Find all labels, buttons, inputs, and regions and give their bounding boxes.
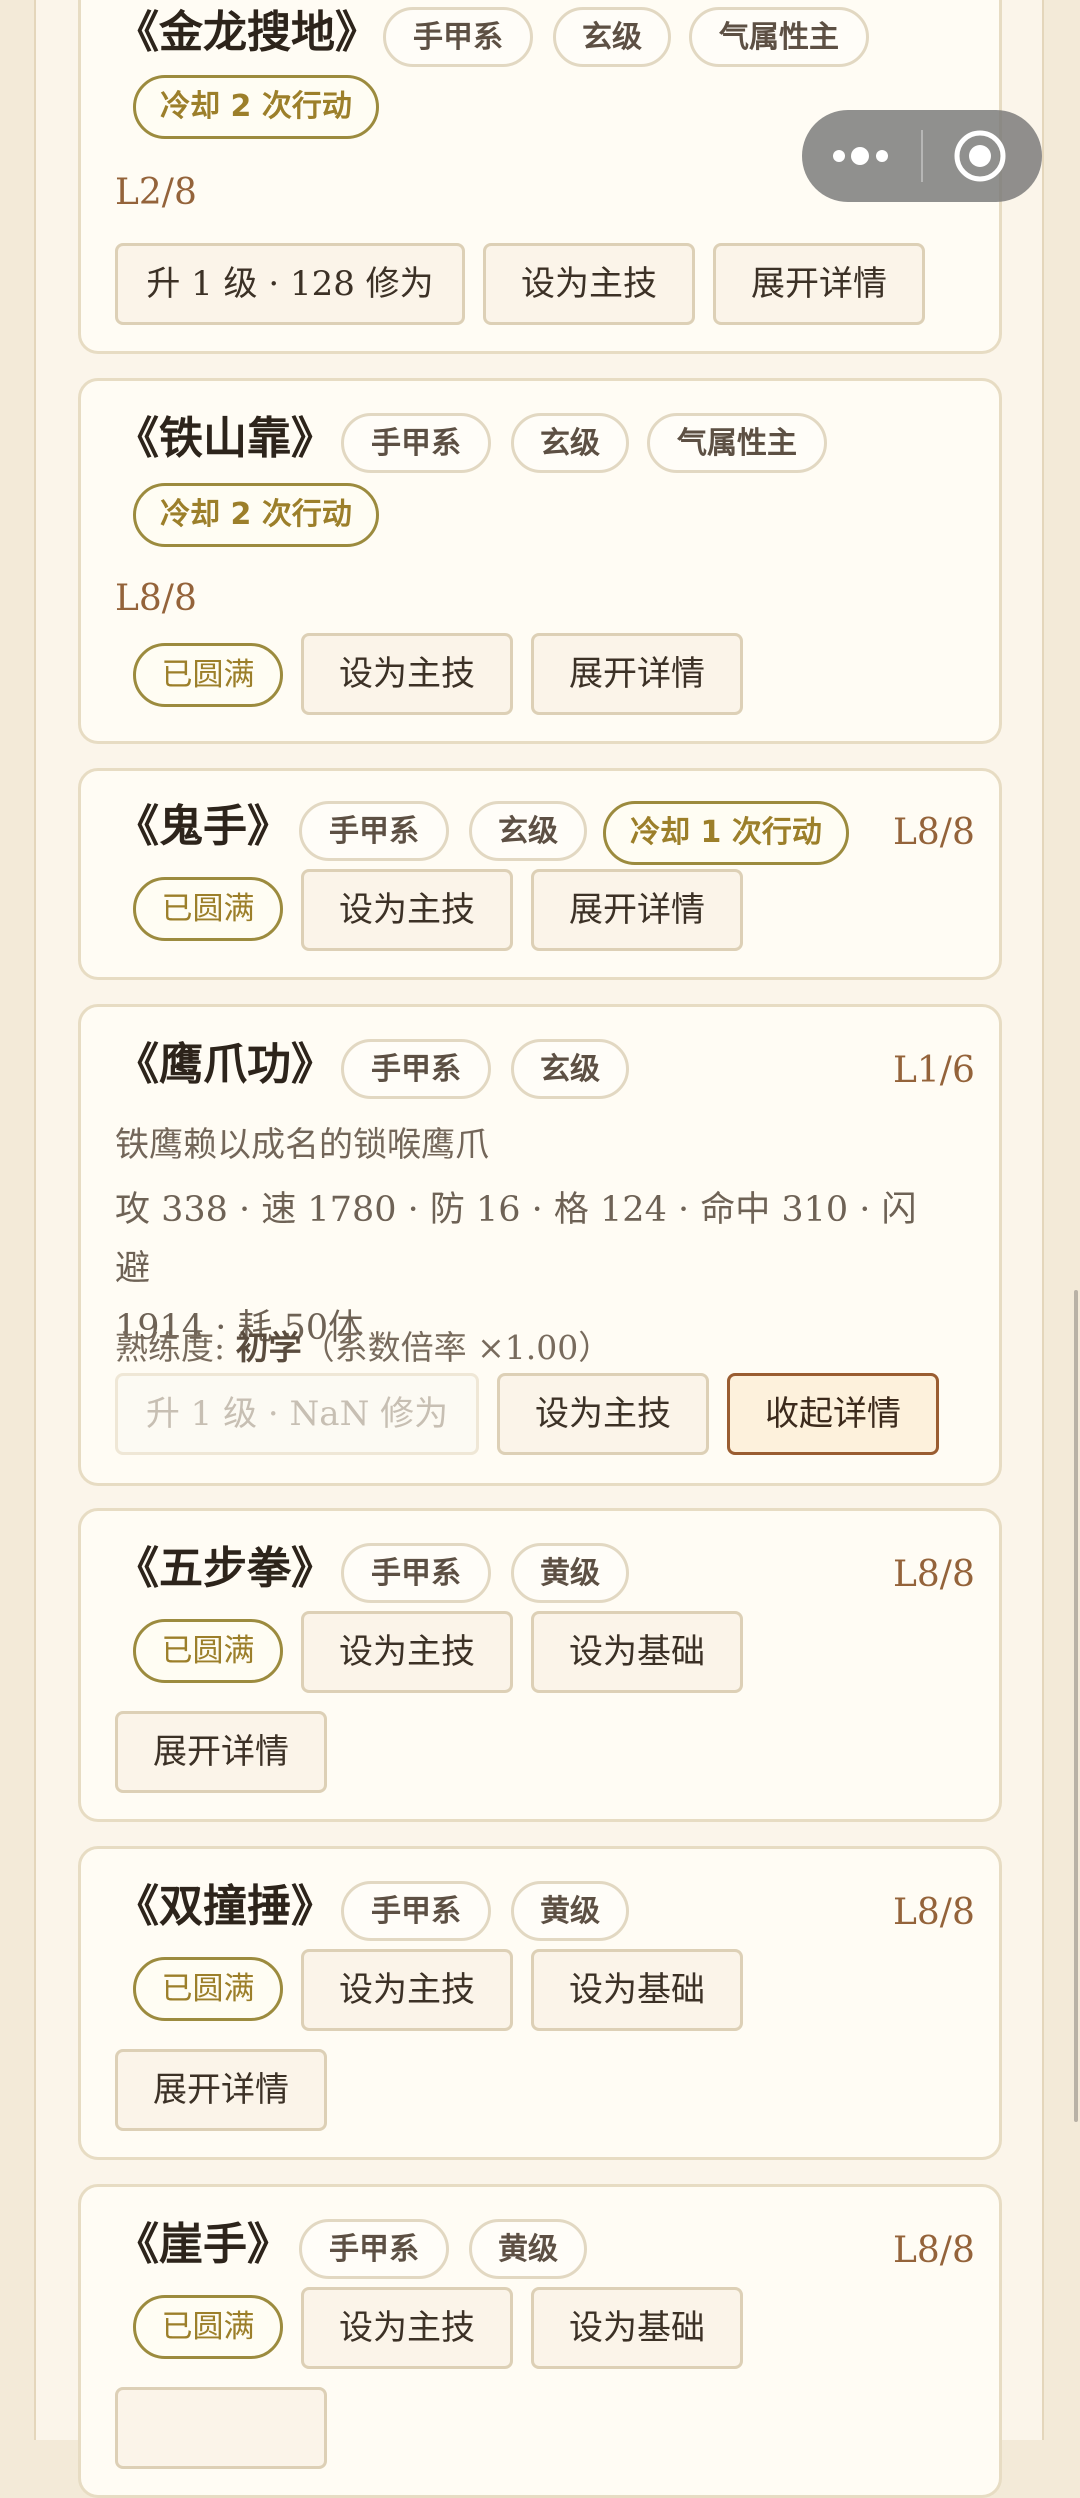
set-main-skill-button[interactable]: 设为主技	[483, 243, 695, 325]
skill-card: 《五步拳》 手甲系 黄级 L8/8 已圆满 设为主技 设为基础 展开详情	[78, 1508, 1002, 1822]
skill-title: 《崖手》	[115, 2219, 291, 2270]
set-main-skill-button[interactable]: 设为主技	[301, 1611, 513, 1693]
more-dots-icon[interactable]	[802, 110, 921, 202]
perfected-badge: 已圆满	[133, 643, 283, 707]
skill-stats-line: 攻 338 · 速 1780 · 防 16 · 格 124 · 命中 310 ·…	[115, 1190, 917, 1289]
expand-details-button[interactable]: 展开详情	[531, 869, 743, 951]
skill-level: L1/6	[893, 1050, 975, 1091]
tag-grade: 玄级	[469, 801, 587, 861]
set-main-skill-button[interactable]: 设为主技	[301, 869, 513, 951]
upgrade-button[interactable]: 升 1 级 · 128 修为	[115, 243, 465, 325]
skill-level: L8/8	[893, 812, 975, 853]
set-basic-skill-button[interactable]: 设为基础	[531, 1949, 743, 2031]
target-close-icon[interactable]	[923, 110, 1042, 202]
collapse-details-button[interactable]: 收起详情	[727, 1373, 939, 1455]
set-basic-skill-button[interactable]: 设为基础	[531, 2287, 743, 2369]
skill-card: 《崖手》 手甲系 黄级 L8/8 已圆满 设为主技 设为基础	[78, 2184, 1002, 2498]
perfected-badge: 已圆满	[133, 1619, 283, 1683]
set-main-skill-button[interactable]: 设为主技	[301, 1949, 513, 2031]
skill-level: L8/8	[115, 578, 197, 619]
tag-cooldown: 冷却 1 次行动	[603, 801, 849, 865]
tag-category: 手甲系	[341, 1543, 491, 1603]
expand-details-button[interactable]: 展开详情	[531, 633, 743, 715]
skill-title: 《金龙搜地》	[115, 7, 379, 58]
proficiency-label: 熟练度:	[115, 1328, 226, 1367]
skill-title: 《铁山靠》	[115, 413, 335, 464]
proficiency-rate: （系数倍率 ×1.00）	[301, 1328, 612, 1367]
skill-card-expanded: 《鹰爪功》 手甲系 玄级 L1/6 铁鹰赖以成名的锁喉鹰爪 攻 338 · 速 …	[78, 1004, 1002, 1486]
skill-title: 《五步拳》	[115, 1543, 335, 1594]
expand-details-button[interactable]: 展开详情	[115, 1711, 327, 1793]
skill-level: L8/8	[893, 2230, 975, 2271]
tag-category: 手甲系	[383, 7, 533, 67]
skill-card: 《鬼手》 手甲系 玄级 冷却 1 次行动 L8/8 已圆满 设为主技 展开详情	[78, 768, 1002, 980]
skill-description: 铁鹰赖以成名的锁喉鹰爪	[115, 1125, 489, 1165]
tag-cooldown: 冷却 2 次行动	[133, 75, 379, 139]
perfected-badge: 已圆满	[133, 1957, 283, 2021]
set-basic-skill-button[interactable]: 设为基础	[531, 1611, 743, 1693]
skill-title: 《双撞捶》	[115, 1881, 335, 1932]
perfected-badge: 已圆满	[133, 2295, 283, 2359]
set-main-skill-button[interactable]: 设为主技	[497, 1373, 709, 1455]
expand-details-button[interactable]	[115, 2387, 327, 2469]
skill-level: L8/8	[893, 1892, 975, 1933]
skill-title: 《鹰爪功》	[115, 1039, 335, 1090]
set-main-skill-button[interactable]: 设为主技	[301, 2287, 513, 2369]
tag-category: 手甲系	[299, 801, 449, 861]
tag-category: 手甲系	[341, 1039, 491, 1099]
tag-grade: 玄级	[511, 1039, 629, 1099]
tag-grade: 黄级	[511, 1543, 629, 1603]
expand-details-button[interactable]: 展开详情	[115, 2049, 327, 2131]
upgrade-button[interactable]: 升 1 级 · NaN 修为	[115, 1373, 479, 1455]
tag-grade: 玄级	[511, 413, 629, 473]
skill-title: 《鬼手》	[115, 801, 291, 852]
proficiency-line: 熟练度: 初学（系数倍率 ×1.00）	[115, 1321, 611, 1369]
tag-grade: 玄级	[553, 7, 671, 67]
skill-card: 《铁山靠》 手甲系 玄级 气属性主 冷却 2 次行动 L8/8 已圆满 设为主技…	[78, 378, 1002, 744]
skill-level: L2/8	[115, 172, 197, 213]
tag-grade: 黄级	[511, 1881, 629, 1941]
scrollbar[interactable]	[1074, 1290, 1078, 2122]
tag-category: 手甲系	[299, 2219, 449, 2279]
tag-cooldown: 冷却 2 次行动	[133, 483, 379, 547]
capsule-menu	[802, 110, 1042, 202]
perfected-badge: 已圆满	[133, 877, 283, 941]
tag-element: 气属性主	[689, 7, 869, 67]
tag-grade: 黄级	[469, 2219, 587, 2279]
tag-category: 手甲系	[341, 1881, 491, 1941]
proficiency-value: 初学	[235, 1328, 302, 1367]
skill-level: L8/8	[893, 1554, 975, 1595]
skill-card: 《双撞捶》 手甲系 黄级 L8/8 已圆满 设为主技 设为基础 展开详情	[78, 1846, 1002, 2160]
set-main-skill-button[interactable]: 设为主技	[301, 633, 513, 715]
tag-category: 手甲系	[341, 413, 491, 473]
expand-details-button[interactable]: 展开详情	[713, 243, 925, 325]
tag-element: 气属性主	[647, 413, 827, 473]
